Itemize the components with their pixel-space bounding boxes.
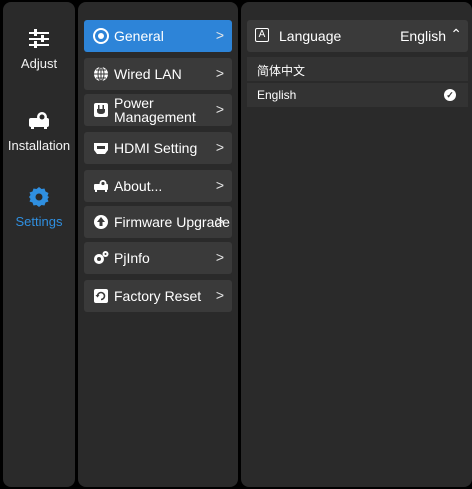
nav-item-settings[interactable]: Settings: [3, 184, 75, 229]
menu-item-pjinfo[interactable]: PjInfo >: [84, 242, 232, 274]
chevron-right-icon: >: [215, 213, 224, 229]
nav-item-installation[interactable]: Installation: [3, 108, 75, 153]
menu-item-factory-reset[interactable]: Factory Reset >: [84, 280, 232, 312]
plug-icon: [94, 103, 108, 117]
menu-label: Wired LAN: [114, 66, 182, 82]
menu-item-wired-lan[interactable]: Wired LAN >: [84, 58, 232, 90]
check-circle-icon: ✓: [444, 89, 456, 101]
gear-icon: [29, 187, 49, 207]
menu-label: About...: [114, 178, 163, 194]
menu-item-hdmi-setting[interactable]: HDMI Setting >: [84, 132, 232, 164]
language-title: Language: [279, 28, 342, 44]
menu-item-firmware-upgrade[interactable]: Firmware Upgrade >: [84, 206, 232, 238]
menu-label: General: [114, 28, 164, 44]
language-option-english[interactable]: English ✓: [247, 83, 468, 107]
projector-icon: [29, 112, 49, 129]
menu-label: Factory Reset: [114, 288, 202, 304]
radio-target-icon: [93, 28, 109, 44]
language-dropdown[interactable]: A Language English ⌃: [247, 20, 468, 52]
language-icon: A: [255, 28, 269, 42]
option-label: 简体中文: [257, 64, 306, 78]
settings-menu: General > Wired LAN > Power Management >…: [78, 2, 238, 487]
upgrade-icon: [94, 215, 108, 229]
menu-item-about[interactable]: About... >: [84, 170, 232, 202]
language-option-chinese[interactable]: 简体中文: [247, 57, 468, 81]
category-nav: Adjust Installation Settings: [3, 2, 75, 487]
chevron-right-icon: >: [215, 287, 224, 303]
menu-item-power-management[interactable]: Power Management >: [84, 94, 232, 126]
menu-label: PjInfo: [114, 250, 150, 266]
nav-label: Installation: [7, 138, 71, 153]
globe-icon: [94, 66, 108, 82]
gears-icon: [94, 251, 109, 264]
menu-label: Power Management: [114, 95, 196, 125]
sliders-icon: [29, 29, 49, 48]
chevron-right-icon: >: [215, 139, 224, 155]
chevron-right-icon: >: [215, 249, 224, 265]
menu-label: HDMI Setting: [114, 140, 198, 156]
chevron-right-icon: >: [215, 27, 224, 43]
nav-item-adjust[interactable]: Adjust: [3, 26, 75, 71]
detail-panel: A Language English ⌃ 简体中文 English ✓: [241, 2, 472, 487]
reset-icon: [94, 289, 108, 303]
chevron-right-icon: >: [215, 65, 224, 81]
language-current-value: English: [400, 28, 446, 44]
nav-label: Settings: [15, 214, 63, 229]
projector-icon: [94, 180, 108, 192]
chevron-right-icon: >: [215, 177, 224, 193]
chevron-up-icon: ⌃: [450, 26, 462, 42]
option-label: English: [257, 88, 297, 102]
menu-item-general[interactable]: General >: [84, 20, 232, 52]
chevron-right-icon: >: [215, 101, 224, 117]
hdmi-icon: [94, 143, 108, 154]
nav-label: Adjust: [20, 56, 58, 71]
menu-label: Firmware Upgrade: [114, 214, 230, 230]
